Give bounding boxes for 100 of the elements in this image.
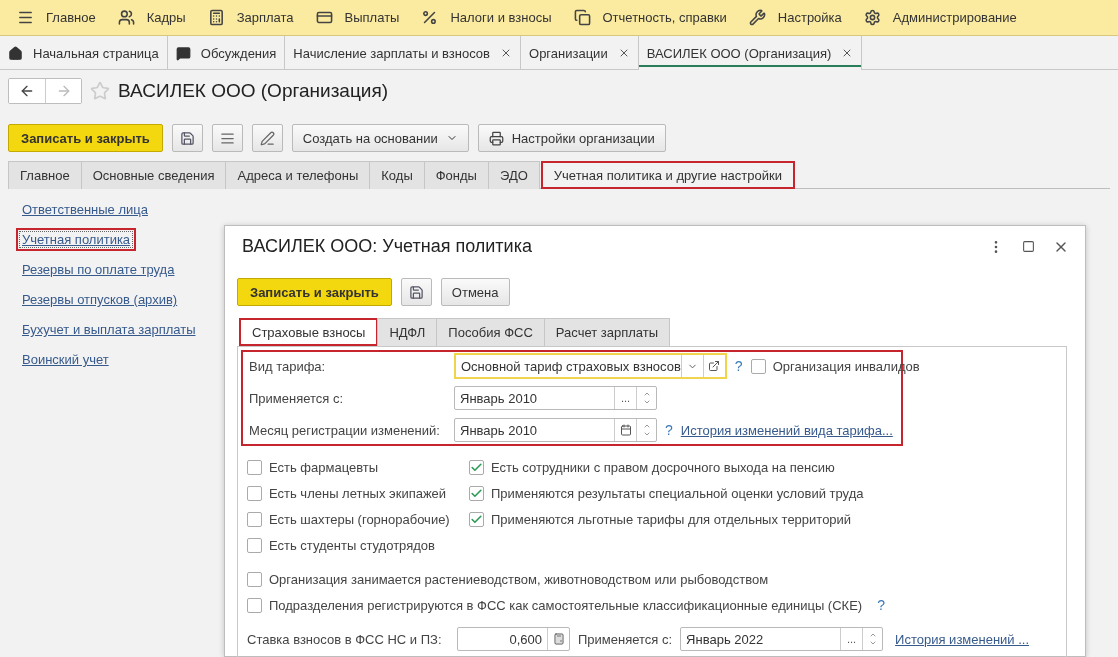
menu-item[interactable]: Главное (6, 0, 107, 36)
history-link[interactable]: История изменений ... (895, 631, 1030, 647)
side-link[interactable]: Резервы отпусков (архив) (16, 288, 184, 311)
wrench-icon (748, 9, 766, 26)
checkbox-label: Организация занимается растениеводством, животноводством или рыбоводством (269, 571, 769, 587)
checkbox-label: Есть студенты студотрядов (269, 537, 435, 553)
tab-label: ВАСИЛЕК ООО (Организация) (646, 45, 832, 61)
page-title: ВАСИЛЕК ООО (Организация) (118, 80, 389, 102)
maximize-icon[interactable] (1022, 240, 1035, 253)
menu-item[interactable]: Налоги и взносы (410, 0, 563, 36)
checkbox-label: Применяются результаты специальной оценки условий труда (491, 485, 864, 501)
save-button[interactable] (171, 124, 203, 152)
save-button[interactable] (400, 278, 432, 306)
side-link[interactable]: Ответственные лица (16, 198, 154, 221)
field-label: Применяется с: (578, 631, 673, 647)
checkbox[interactable] (469, 459, 484, 475)
help-mark[interactable]: ? (734, 358, 743, 374)
form-tab[interactable]: Учетная политика и другие настройки (540, 161, 795, 189)
checkbox[interactable] (247, 485, 262, 501)
dialog-tab[interactable]: Расчет зарплаты (543, 318, 671, 346)
save-close-button[interactable]: Записать и закрыть (8, 124, 163, 152)
menu-item[interactable]: Администрирование (852, 0, 1028, 36)
create-based-button[interactable]: Создать на основании (291, 124, 469, 152)
save-close-button[interactable]: Записать и закрыть (237, 278, 392, 306)
open-icon[interactable] (708, 360, 721, 372)
list-button[interactable] (211, 124, 243, 152)
menu-item[interactable]: Зарплата (196, 0, 305, 36)
checkbox-label: Есть сотрудники с правом досрочного выхода на пенсию (491, 459, 835, 475)
cancel-button[interactable]: Отмена (440, 278, 510, 306)
percent-icon (421, 9, 439, 26)
pen-icon (259, 130, 275, 146)
checkbox[interactable] (247, 511, 262, 527)
gear-icon (863, 9, 881, 26)
menu-item[interactable]: Кадры (106, 0, 197, 36)
field-label: Месяц регистрации изменений: (249, 422, 441, 438)
tab-label: Организации (529, 45, 608, 61)
save-icon (179, 130, 195, 146)
side-link[interactable]: Резервы по оплате труда (16, 258, 181, 281)
printer-icon (488, 130, 504, 146)
side-link[interactable]: Бухучет и выплата зарплаты (16, 318, 202, 341)
side-link[interactable]: Воинский учет (16, 348, 115, 371)
dialog-title: ВАСИЛЕК ООО: Учетная политика (242, 236, 533, 257)
date-field[interactable]: Январь 2022 ... (680, 627, 884, 651)
side-link[interactable]: Учетная политика (16, 228, 137, 251)
menu-icon (17, 9, 34, 26)
star-icon[interactable] (90, 81, 110, 101)
calculator-icon (207, 9, 225, 26)
calculator-icon[interactable] (552, 633, 565, 645)
open-tab[interactable]: Обсуждения (167, 36, 286, 70)
open-tab[interactable]: Организации (521, 36, 639, 70)
form-tab[interactable]: ЭДО (487, 161, 540, 189)
list-icon (219, 130, 235, 146)
home-icon (8, 45, 23, 61)
checkbox[interactable] (247, 571, 262, 587)
card-icon (315, 9, 333, 26)
dialog-tab[interactable]: НДФЛ (377, 318, 438, 346)
dialog-tab[interactable]: Страховые взносы (239, 318, 379, 346)
people-icon (117, 9, 135, 26)
date-field[interactable]: Январь 2010 ... (454, 386, 657, 410)
checkbox-label: Есть фармацевты (269, 459, 379, 475)
tab-label: Обсуждения (200, 45, 277, 61)
calendar-icon[interactable] (619, 424, 632, 436)
open-tab[interactable]: Начальная страница (0, 36, 168, 70)
checkbox-label: Подразделения регистрируются в ФСС как самостоятельные классификационные единицы (СКЕ) (269, 597, 863, 613)
edit-button[interactable] (251, 124, 283, 152)
menu-item[interactable]: Отчетность, справки (562, 0, 738, 36)
history-link[interactable]: История изменений вида тарифа... (680, 422, 893, 438)
checkbox[interactable] (247, 537, 262, 553)
tariff-select[interactable]: Основной тариф страховых взносов (454, 353, 727, 379)
form-tab[interactable]: Фонды (423, 161, 489, 189)
help-mark[interactable]: ? (877, 597, 885, 613)
rate-field[interactable]: 0,600 (457, 627, 570, 651)
select-button[interactable]: ... (620, 392, 631, 404)
menu-item[interactable]: Выплаты (304, 0, 411, 36)
form-tab[interactable]: Основные сведения (80, 161, 227, 189)
form-tab[interactable]: Адреса и телефоны (225, 161, 371, 189)
menu-item[interactable]: Настройка (737, 0, 853, 36)
form-tab[interactable]: Коды (369, 161, 425, 189)
help-mark[interactable]: ? (665, 422, 673, 438)
date-field[interactable]: Январь 2010 (454, 418, 657, 442)
save-icon (408, 284, 424, 300)
checkbox[interactable] (469, 511, 484, 527)
org-settings-button[interactable]: Настройки организации (477, 124, 666, 152)
tab-label: Начисление зарплаты и взносов (293, 45, 490, 61)
form-tab[interactable]: Главное (8, 161, 82, 189)
checkbox-label: Есть шахтеры (горнорабочие) (269, 511, 450, 527)
checkbox-label: Есть члены летных экипажей (269, 485, 447, 501)
field-label: Применяется с: (249, 390, 345, 406)
checkbox[interactable] (469, 485, 484, 501)
open-tab[interactable]: Начисление зарплаты и взносов (285, 36, 521, 70)
close-icon[interactable] (500, 47, 512, 59)
field-label: Вид тарифа: (249, 358, 327, 374)
checkbox[interactable] (750, 358, 766, 374)
checkbox[interactable] (247, 597, 262, 613)
select-button[interactable]: ... (847, 633, 857, 645)
field-label: Ставка взносов в ФСС НС и ПЗ: (247, 631, 443, 647)
checkbox[interactable] (247, 459, 262, 475)
dialog-tab[interactable]: Пособия ФСС (436, 318, 545, 346)
documents-icon (573, 9, 591, 26)
open-tab[interactable]: ВАСИЛЕК ООО (Организация) (638, 36, 863, 70)
